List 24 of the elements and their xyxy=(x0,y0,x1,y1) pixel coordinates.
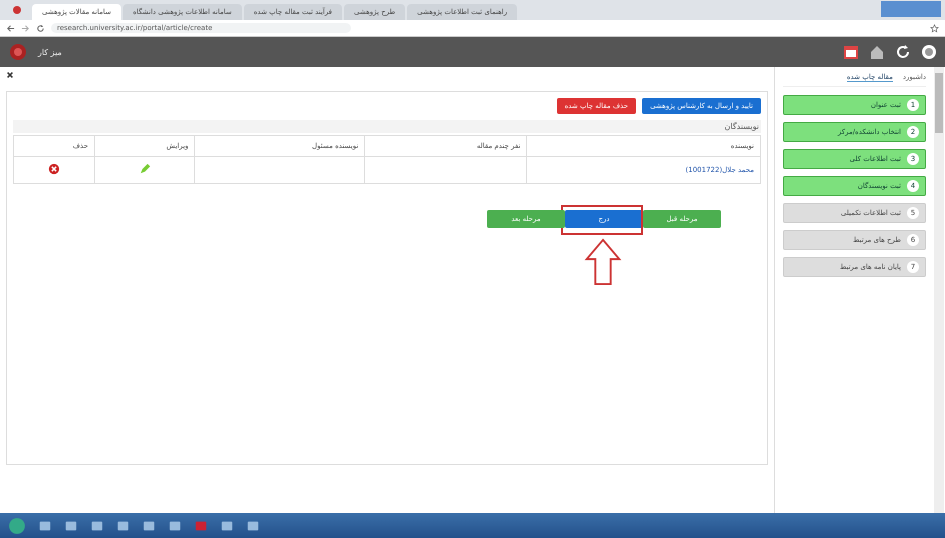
taskbar-app-icon[interactable] xyxy=(220,518,234,532)
logo-icon xyxy=(8,42,28,62)
refresh-icon[interactable] xyxy=(895,44,911,60)
forward-icon[interactable] xyxy=(21,24,30,32)
start-icon[interactable] xyxy=(8,516,26,534)
back-icon[interactable] xyxy=(6,24,15,32)
up-arrow-icon xyxy=(583,238,623,286)
pencil-icon[interactable] xyxy=(138,163,151,175)
section-title: نویسندگان xyxy=(13,120,761,133)
taskbar-app-icon[interactable] xyxy=(168,518,182,532)
close-icon[interactable] xyxy=(6,71,14,79)
taskbar-app-icon[interactable] xyxy=(116,518,130,532)
taskbar-app-icon[interactable] xyxy=(38,518,52,532)
taskbar-app-icon[interactable] xyxy=(142,518,156,532)
taskbar-app-icon[interactable] xyxy=(90,518,104,532)
taskbar-app-icon[interactable] xyxy=(246,518,260,532)
taskbar-app-icon[interactable] xyxy=(64,518,78,532)
browser-logo-icon xyxy=(12,5,22,15)
app-title: میز کار xyxy=(38,48,62,56)
home-icon[interactable] xyxy=(869,44,885,60)
scrollbar-thumb[interactable] xyxy=(935,73,943,133)
delete-icon[interactable] xyxy=(48,163,60,175)
star-icon[interactable] xyxy=(930,24,939,32)
reload-icon[interactable] xyxy=(36,24,45,32)
